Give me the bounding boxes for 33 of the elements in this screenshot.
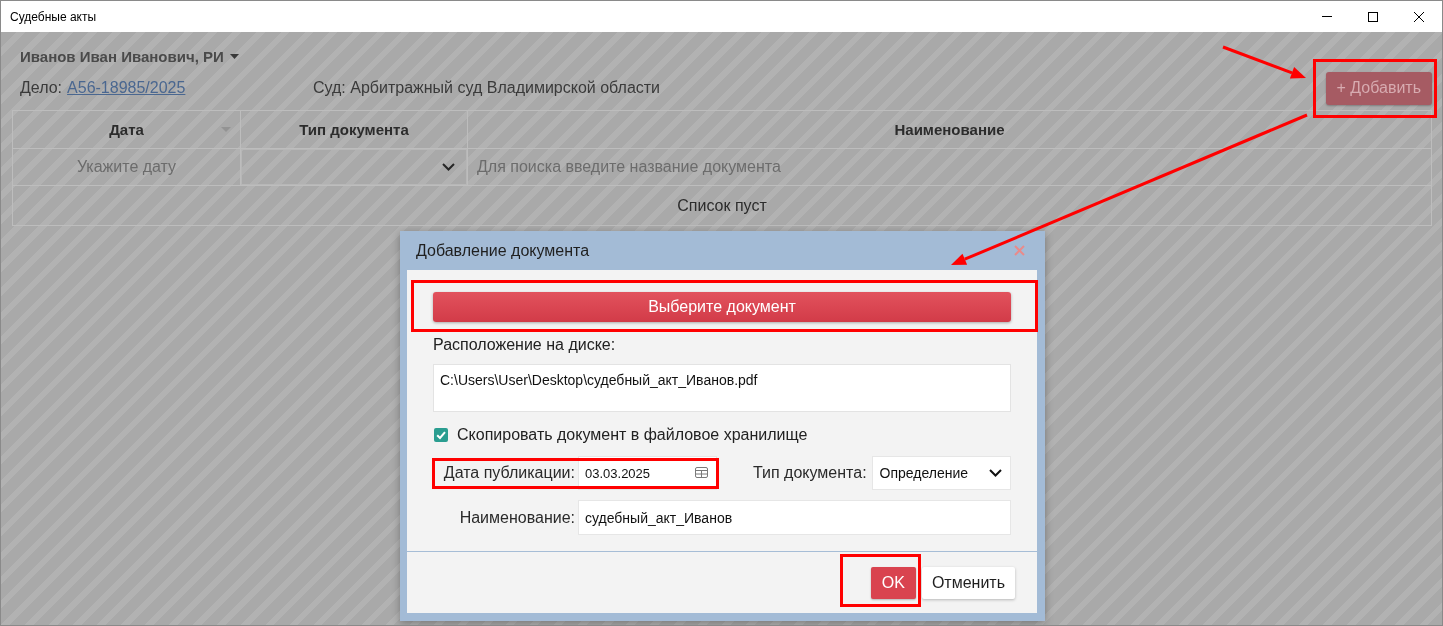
minimize-icon bbox=[1322, 16, 1332, 17]
user-menu-button[interactable]: Иванов Иван Иванович, РИ bbox=[20, 47, 239, 65]
document-name-field[interactable]: судебный_акт_Иванов bbox=[578, 500, 1011, 535]
publication-date-label: Дата публикации: bbox=[442, 464, 576, 482]
empty-list-message: Список пуст bbox=[13, 186, 1432, 226]
window-title: Судебные акты bbox=[9, 9, 97, 24]
close-icon bbox=[1414, 11, 1424, 22]
maximize-icon bbox=[1368, 11, 1378, 22]
date-filter-field[interactable]: Укажите дату bbox=[13, 149, 241, 186]
document-type-label: Тип документа: bbox=[753, 464, 867, 482]
court-name: Суд: Арбитражный суд Владимирской области bbox=[313, 79, 661, 97]
cancel-button[interactable]: Отменить bbox=[921, 566, 1015, 599]
chevron-down-icon bbox=[989, 469, 1002, 477]
ok-button[interactable]: OK bbox=[870, 566, 916, 599]
name-search-field[interactable]: Для поиска введите название документа bbox=[468, 149, 1432, 186]
dialog-close-button[interactable] bbox=[1014, 245, 1025, 256]
checkbox[interactable] bbox=[434, 428, 448, 442]
column-header[interactable]: Тип документа bbox=[241, 111, 468, 149]
choose-document-button[interactable]: Выберите документ bbox=[433, 292, 1011, 322]
calendar-icon[interactable] bbox=[695, 467, 708, 478]
file-path-field[interactable]: C:\Users\User\Desktop\судебный_акт_Иванов.pdf bbox=[433, 364, 1011, 412]
document-type-dropdown[interactable]: Определение bbox=[871, 456, 1011, 490]
chevron-down-icon bbox=[442, 163, 455, 171]
case-label: Дело: bbox=[20, 79, 63, 97]
checkbox-label: Скопировать документ в файловое хранилище bbox=[457, 426, 808, 444]
type-filter-dropdown[interactable] bbox=[241, 149, 468, 186]
document-name-label: Наименование: bbox=[458, 508, 576, 527]
location-label: Расположение на диске: bbox=[433, 336, 616, 354]
dialog-title: Добавление документа bbox=[416, 241, 590, 260]
column-header[interactable]: Дата bbox=[13, 111, 241, 149]
column-header[interactable]: Наименование bbox=[468, 111, 1432, 149]
close-icon bbox=[1014, 245, 1025, 256]
caret-down-icon bbox=[229, 53, 239, 59]
